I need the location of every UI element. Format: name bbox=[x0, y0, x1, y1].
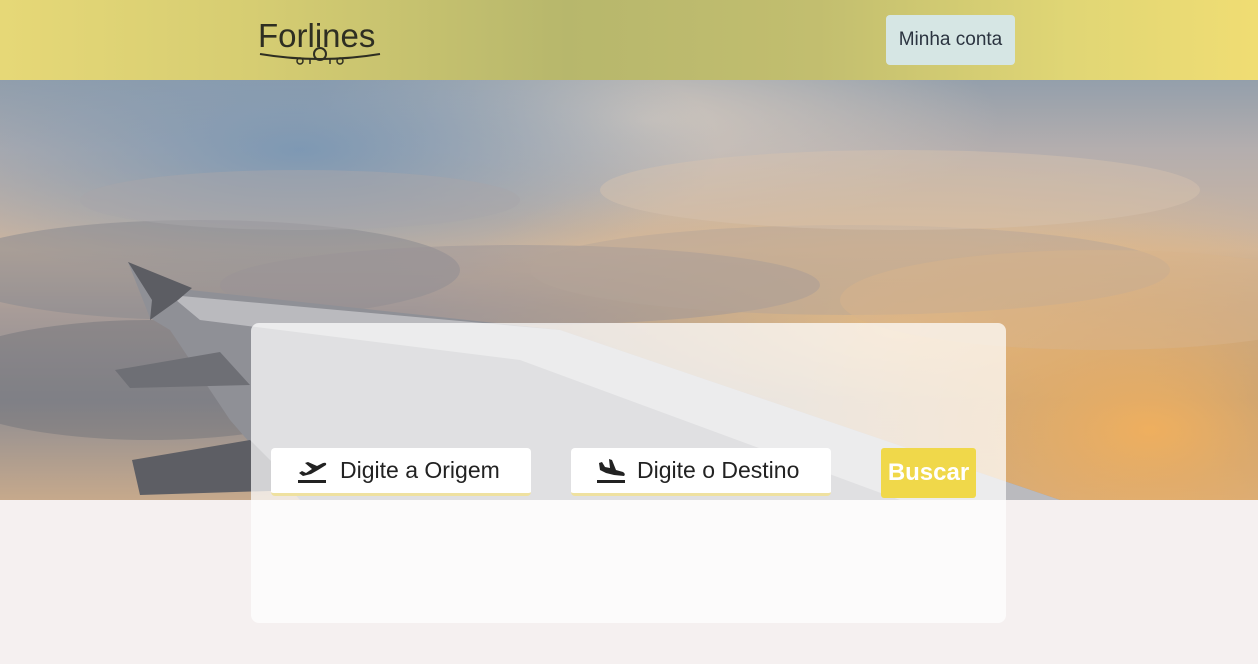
origin-placeholder: Digite a Origem bbox=[340, 457, 500, 483]
destination-placeholder: Digite o Destino bbox=[637, 457, 800, 483]
my-account-button[interactable]: Minha conta bbox=[886, 15, 1015, 65]
origin-input[interactable]: Digite a Origem bbox=[271, 448, 531, 496]
airplane-landing-icon bbox=[595, 457, 629, 485]
forlines-logo[interactable]: Forlines bbox=[258, 14, 382, 68]
search-button[interactable]: Buscar bbox=[881, 448, 976, 498]
airplane-logo-icon bbox=[259, 47, 381, 65]
airplane-takeoff-icon bbox=[296, 457, 330, 485]
site-header: Forlines Minha conta bbox=[0, 0, 1258, 80]
destination-input[interactable]: Digite o Destino bbox=[571, 448, 831, 496]
